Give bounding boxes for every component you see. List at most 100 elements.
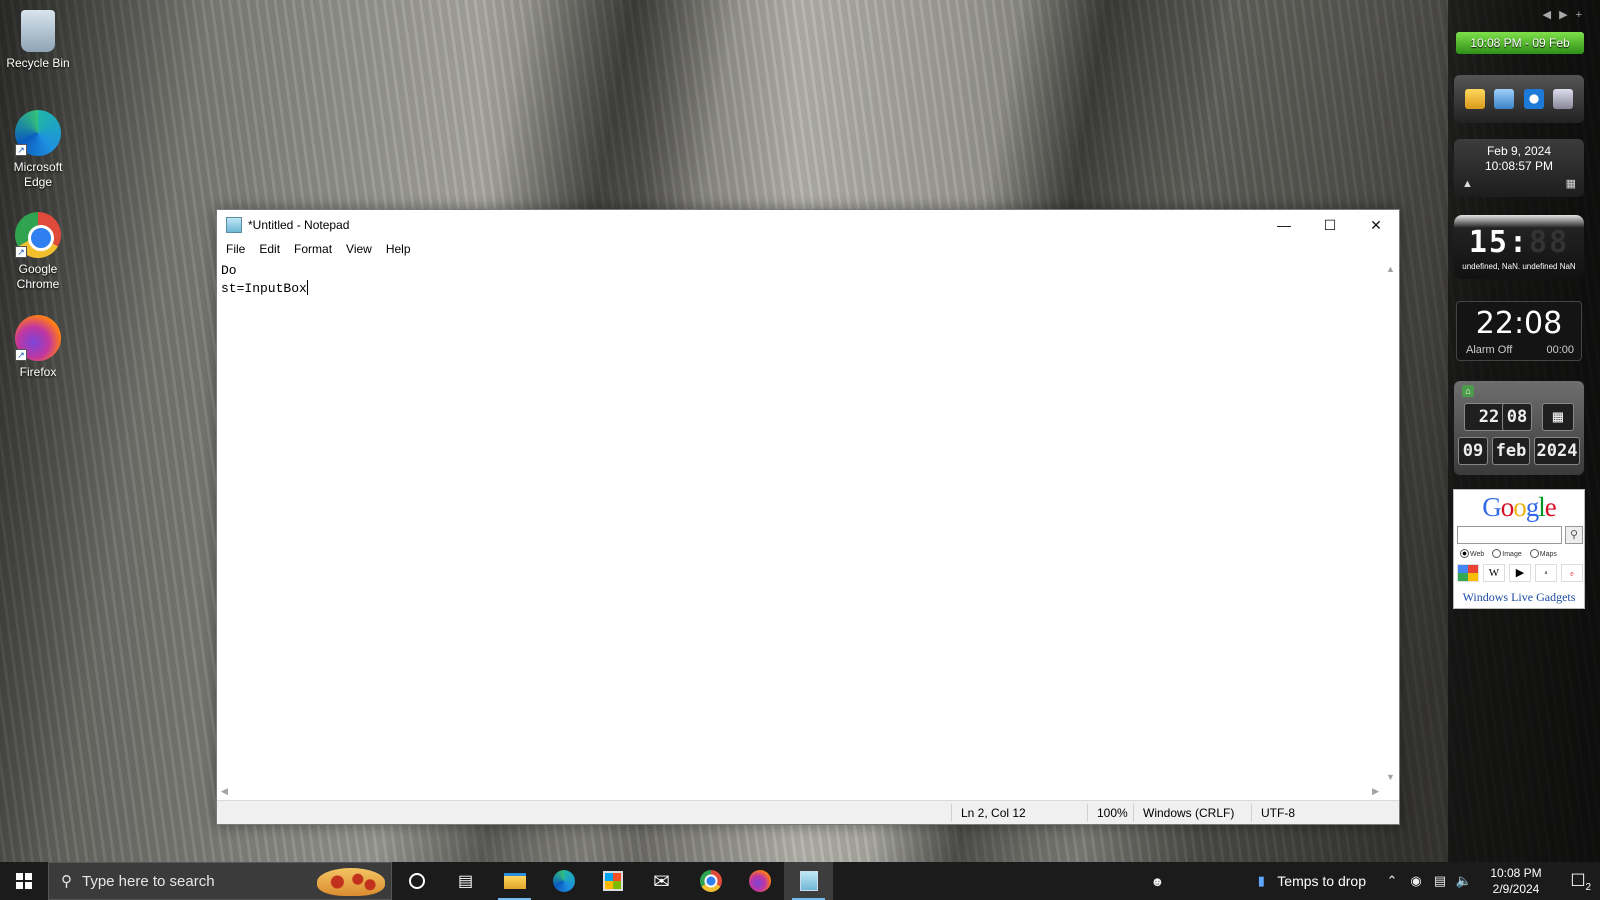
taskbar-chrome[interactable] [686,862,735,900]
alarm-time: 00:00 [1546,344,1574,356]
people-icon[interactable]: ☻ [1145,874,1169,889]
digital-clock-gadget: 15:88 undefined, NaN. undefined NaN [1454,215,1584,279]
internet-explorer-icon[interactable] [1523,89,1544,109]
ebay-icon[interactable]: e [1561,564,1583,582]
close-button[interactable]: ✕ [1353,210,1399,240]
wikipedia-icon[interactable]: W [1483,564,1505,582]
menu-format[interactable]: Format [287,240,339,260]
store-icon [602,871,623,891]
title-bar[interactable]: *Untitled - Notepad — ☐ ✕ [217,210,1399,240]
status-separator [1251,804,1252,822]
taskbar-clock[interactable]: 10:08 PM 2/9/2024 [1476,865,1556,897]
recycle-bin-icon[interactable] [1553,89,1574,109]
search-icon[interactable]: ⚲ [1565,526,1583,544]
clock-time: 10:08 PM [1490,866,1542,880]
menu-file[interactable]: File [219,240,252,260]
desktop-icon-label: Recycle Bin [6,56,70,70]
alarm-status[interactable]: Alarm Off [1466,344,1512,356]
radio-maps[interactable]: Maps [1529,549,1557,558]
minimize-button[interactable]: — [1261,210,1307,240]
youtube-icon[interactable]: ▶ [1509,564,1531,582]
radio-label: Web [1470,551,1485,558]
meet-now-icon[interactable]: ◉ [1404,873,1428,889]
prev-icon[interactable]: ◀ [1543,9,1559,21]
taskbar: ⚲ Type here to search ▤ ✉ ☻ ▮ Temps to d… [0,862,1600,900]
windows-live-gadgets-link[interactable]: Windows Live Gadgets [1454,590,1584,605]
google-apps-icon[interactable] [1457,564,1479,582]
volume-muted-icon[interactable]: 🔈 [1452,873,1476,889]
text-editor[interactable]: Do st=InputBox [217,262,1383,784]
flip-day: 09 [1458,437,1488,465]
menu-bar: File Edit Format View Help [217,240,1399,260]
start-button[interactable] [0,862,48,900]
google-logo-letter: G [1482,492,1501,522]
firefox-icon [748,870,771,892]
horizontal-scrollbar[interactable]: ◀ ▶ [217,784,1383,800]
add-gadget-icon[interactable]: + [1576,9,1590,21]
folder-icon[interactable] [1464,89,1485,109]
radio-label: Maps [1539,551,1557,558]
taskbar-search[interactable]: ⚲ Type here to search [48,862,392,900]
desktop-icon-edge[interactable]: ↗ Microsoft Edge [4,110,72,190]
chrome-icon: ↗ [15,212,61,258]
desktop-icon-firefox[interactable]: ↗ Firefox [4,315,72,380]
amazon-icon[interactable]: a [1535,564,1557,582]
task-view-button[interactable]: ▤ [441,862,490,900]
computer-icon[interactable] [1494,89,1515,109]
date-gadget: Feb 9, 2024 10:08:57 PM ▲ ▦ [1454,139,1584,197]
scroll-left-icon[interactable]: ◀ [221,786,228,797]
scroll-down-icon[interactable]: ▼ [1386,772,1395,782]
maximize-button[interactable]: ☐ [1307,210,1353,240]
system-tray: ☻ ▮ Temps to drop ⌃ ◉ ▤ 🔈 10:08 PM 2/9/2… [1145,862,1600,900]
google-search-input[interactable] [1457,526,1562,544]
taskbar-firefox[interactable] [735,862,784,900]
taskbar-mail[interactable]: ✉ [637,862,686,900]
status-separator [1133,804,1134,822]
taskbar-edge[interactable] [539,862,588,900]
green-clock-gadget: 10:08 PM - 09 Feb [1456,32,1584,54]
sidebar-nav: ◀▶+ [1543,8,1590,21]
home-icon[interactable]: ⌂ [1462,385,1474,397]
network-icon[interactable]: ▤ [1428,873,1452,889]
home-icon[interactable]: ▲ [1462,177,1473,192]
google-logo-letter: g [1525,492,1539,522]
cortana-button[interactable] [392,862,441,900]
google-logo-letter: o [1500,492,1514,522]
status-separator [1087,804,1088,822]
desktop-icon-chrome[interactable]: ↗ Google Chrome [4,212,72,292]
next-icon[interactable]: ▶ [1559,9,1575,21]
notification-count: 2 [1585,882,1591,893]
radio-web[interactable]: Web [1460,549,1484,558]
mail-icon: ✉ [653,870,670,893]
flip-year: 2024 [1534,437,1580,465]
menu-help[interactable]: Help [379,240,418,260]
scroll-up-icon[interactable]: ▲ [1386,264,1395,274]
menu-edit[interactable]: Edit [252,240,287,260]
pizza-doodle-icon[interactable] [317,868,385,896]
google-search-gadget: Google ⚲ Web Image Maps W ▶ a e Windows … [1453,489,1585,609]
date-text: Feb 9, 2024 [1486,144,1552,158]
google-logo-letter: o [1513,492,1526,522]
chevron-up-icon[interactable]: ⌃ [1380,873,1404,889]
alarm-clock-gadget: 22:08 Alarm Off 00:00 [1456,301,1582,361]
taskbar-store[interactable] [588,862,637,900]
radio-image[interactable]: Image [1492,549,1522,558]
desktop-icon-recycle-bin[interactable]: Recycle Bin [4,10,72,71]
notification-button[interactable]: ☐ 2 [1556,862,1600,900]
digital-clock-display: 15:88 [1454,215,1584,260]
calendar-icon[interactable]: ▦ [1566,177,1576,192]
desktop-icon-label: Google Chrome [16,262,60,291]
flip-layout-icon[interactable]: ▦ [1542,403,1574,431]
chrome-icon [699,870,722,892]
vertical-scrollbar[interactable]: ▲ ▼ [1383,262,1399,784]
digital-clock-subtitle: undefined, NaN. undefined NaN [1462,262,1576,271]
taskbar-notepad[interactable] [784,862,833,900]
radio-label: Image [1502,551,1522,558]
cortana-icon [408,873,425,889]
scroll-right-icon[interactable]: ▶ [1372,786,1379,797]
menu-view[interactable]: View [339,240,379,260]
taskbar-file-explorer[interactable] [490,862,539,900]
digital-clock-dim-digits: 88 [1529,225,1570,260]
weather-text[interactable]: Temps to drop [1277,873,1366,889]
firefox-icon: ↗ [15,315,61,361]
